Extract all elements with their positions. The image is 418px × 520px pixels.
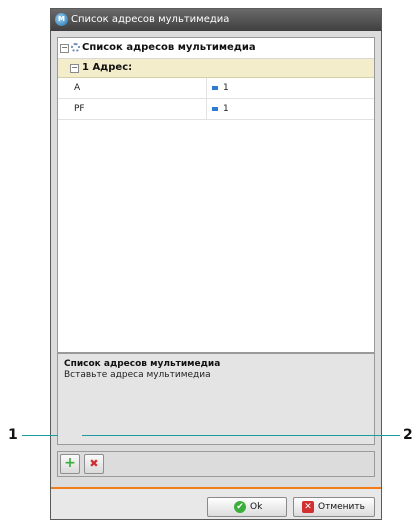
property-row-a[interactable]: A 1 — [58, 78, 374, 99]
add-address-button[interactable]: + — [60, 454, 80, 474]
ok-button-label: Ok — [250, 502, 263, 512]
collapse-group-icon[interactable]: − — [70, 64, 79, 73]
property-name: PF — [74, 104, 85, 114]
property-name: A — [74, 83, 81, 93]
address-group-label: 1 Адрес: — [82, 62, 133, 73]
callout-line-1 — [22, 435, 58, 436]
property-value[interactable]: 1 — [223, 99, 229, 119]
delete-address-button[interactable]: ✖ — [84, 454, 104, 474]
ok-button[interactable]: ✔ Ok — [207, 497, 287, 517]
cancel-x-icon: ✕ — [302, 501, 314, 513]
callout-label-1: 1 — [8, 427, 18, 443]
delete-x-icon: ✖ — [89, 457, 99, 470]
property-tree-panel: − Список адресов мультимедиа − 1 Адрес: … — [57, 37, 375, 353]
description-title: Список адресов мультимедиа — [64, 359, 221, 369]
address-toolbar: + ✖ — [57, 451, 375, 477]
column-divider — [206, 99, 207, 119]
property-row-pf[interactable]: PF 1 — [58, 99, 374, 120]
value-icon — [212, 86, 218, 90]
dialog-window: M Список адресов мультимедиа − Список ад… — [50, 8, 382, 520]
description-text: Вставьте адреса мультимедиа — [64, 370, 211, 380]
cancel-button[interactable]: ✕ Отменить — [293, 497, 375, 517]
dialog-footer: ✔ Ok ✕ Отменить — [51, 489, 381, 519]
plus-icon: + — [64, 455, 76, 471]
description-panel: Список адресов мультимедиа Вставьте адре… — [57, 353, 375, 445]
tree-root-item[interactable]: − Список адресов мультимедиа — [58, 38, 374, 59]
settings-gear-icon — [71, 43, 80, 52]
collapse-root-icon[interactable]: − — [60, 44, 69, 53]
callout-line-2 — [82, 435, 400, 436]
callout-label-2: 2 — [403, 427, 413, 443]
value-icon — [212, 107, 218, 111]
tree-root-label: Список адресов мультимедиа — [82, 42, 256, 53]
window-title: Список адресов мультимедиа — [71, 14, 230, 25]
cancel-button-label: Отменить — [318, 502, 365, 512]
property-value[interactable]: 1 — [223, 78, 229, 98]
address-group-header[interactable]: − 1 Адрес: — [58, 59, 374, 78]
title-bar: M Список адресов мультимедиа — [51, 9, 381, 31]
check-icon: ✔ — [234, 501, 246, 513]
app-logo-icon: M — [55, 13, 68, 26]
column-divider — [206, 78, 207, 98]
